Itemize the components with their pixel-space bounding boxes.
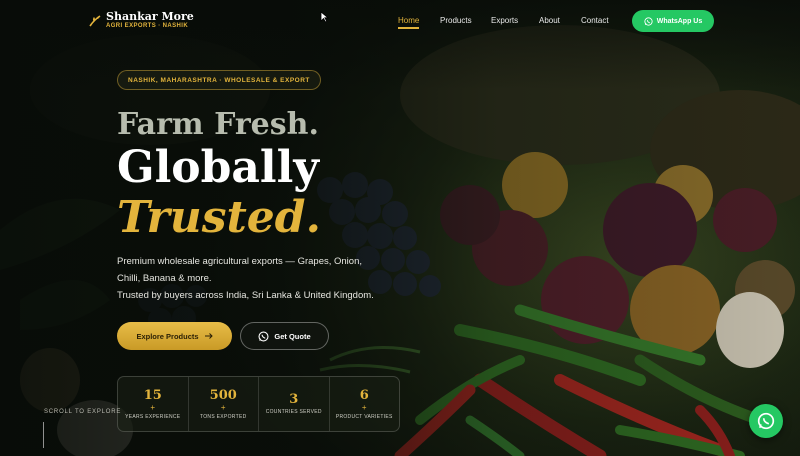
whatsapp-icon bbox=[757, 412, 775, 430]
stat-value: 6 bbox=[359, 387, 369, 403]
stat-value: 3 bbox=[289, 392, 299, 407]
stat-label: YEARS EXPERIENCE bbox=[125, 413, 181, 420]
headline-farm-fresh: Farm Fresh. bbox=[117, 107, 319, 142]
nav-item-contact[interactable]: Contact bbox=[581, 16, 609, 25]
stat-plus: + bbox=[150, 402, 156, 412]
hero-description-line: Trusted by buyers across India, Sri Lank… bbox=[117, 290, 374, 301]
explore-products-button[interactable]: Explore Products bbox=[117, 322, 232, 350]
nav-item-about[interactable]: About bbox=[539, 16, 560, 25]
hero-description-line: Premium wholesale agricultural exports —… bbox=[117, 256, 362, 267]
hero-description: Premium wholesale agricultural exports —… bbox=[117, 253, 407, 304]
brand-logo[interactable]: Shankar More AGRI EXPORTS · NASHIK bbox=[88, 11, 194, 30]
stat-product-varieties: 6 + PRODUCT VARIETIES bbox=[330, 377, 400, 431]
stat-plus: + bbox=[361, 402, 367, 412]
get-quote-label: Get Quote bbox=[274, 331, 311, 341]
stat-label: TONS EXPORTED bbox=[199, 413, 247, 420]
nav-item-exports[interactable]: Exports bbox=[491, 16, 518, 25]
whatsapp-icon bbox=[258, 330, 269, 342]
stat-label: COUNTRIES SERVED bbox=[265, 409, 322, 415]
explore-products-label: Explore Products bbox=[136, 331, 199, 341]
scroll-to-explore: SCROLL TO EXPLORE bbox=[44, 409, 122, 415]
headline-trusted: Trusted. bbox=[117, 192, 321, 243]
stat-countries-served: 3 COUNTRIES SERVED bbox=[259, 377, 330, 431]
brand-name: Shankar More bbox=[106, 10, 194, 23]
stat-label: PRODUCT VARIETIES bbox=[335, 413, 393, 420]
stat-value: 500 bbox=[209, 387, 237, 403]
stat-value: 15 bbox=[143, 387, 162, 403]
nav-item-home[interactable]: Home bbox=[398, 16, 420, 29]
brand-tagline: AGRI EXPORTS · NASHIK bbox=[106, 23, 189, 29]
scroll-indicator-line bbox=[43, 422, 44, 448]
stats-panel: 15 + YEARS EXPERIENCE 500 + TONS EXPORTE… bbox=[117, 376, 400, 432]
whatsapp-floating-button[interactable] bbox=[749, 404, 783, 438]
location-badge: NASHIK, MAHARASHTRA · WHOLESALE & EXPORT bbox=[117, 70, 321, 90]
whatsapp-us-label: WhatsApp Us bbox=[656, 17, 703, 25]
stat-plus: + bbox=[220, 402, 226, 412]
wheat-logo-icon bbox=[89, 14, 101, 26]
whatsapp-us-button[interactable]: WhatsApp Us bbox=[632, 10, 714, 32]
whatsapp-icon bbox=[644, 16, 653, 26]
stat-tons-exported: 500 + TONS EXPORTED bbox=[189, 377, 259, 431]
get-quote-button[interactable]: Get Quote bbox=[240, 322, 329, 350]
cursor-icon bbox=[320, 11, 329, 23]
headline-globally: Globally bbox=[117, 142, 319, 193]
arrow-right-icon bbox=[204, 333, 213, 339]
stat-years-experience: 15 + YEARS EXPERIENCE bbox=[118, 377, 189, 431]
site-header: Shankar More AGRI EXPORTS · NASHIK Home … bbox=[0, 0, 800, 42]
nav-item-products[interactable]: Products bbox=[440, 16, 472, 25]
hero-description-line: Chilli, Banana & more. bbox=[117, 273, 212, 284]
